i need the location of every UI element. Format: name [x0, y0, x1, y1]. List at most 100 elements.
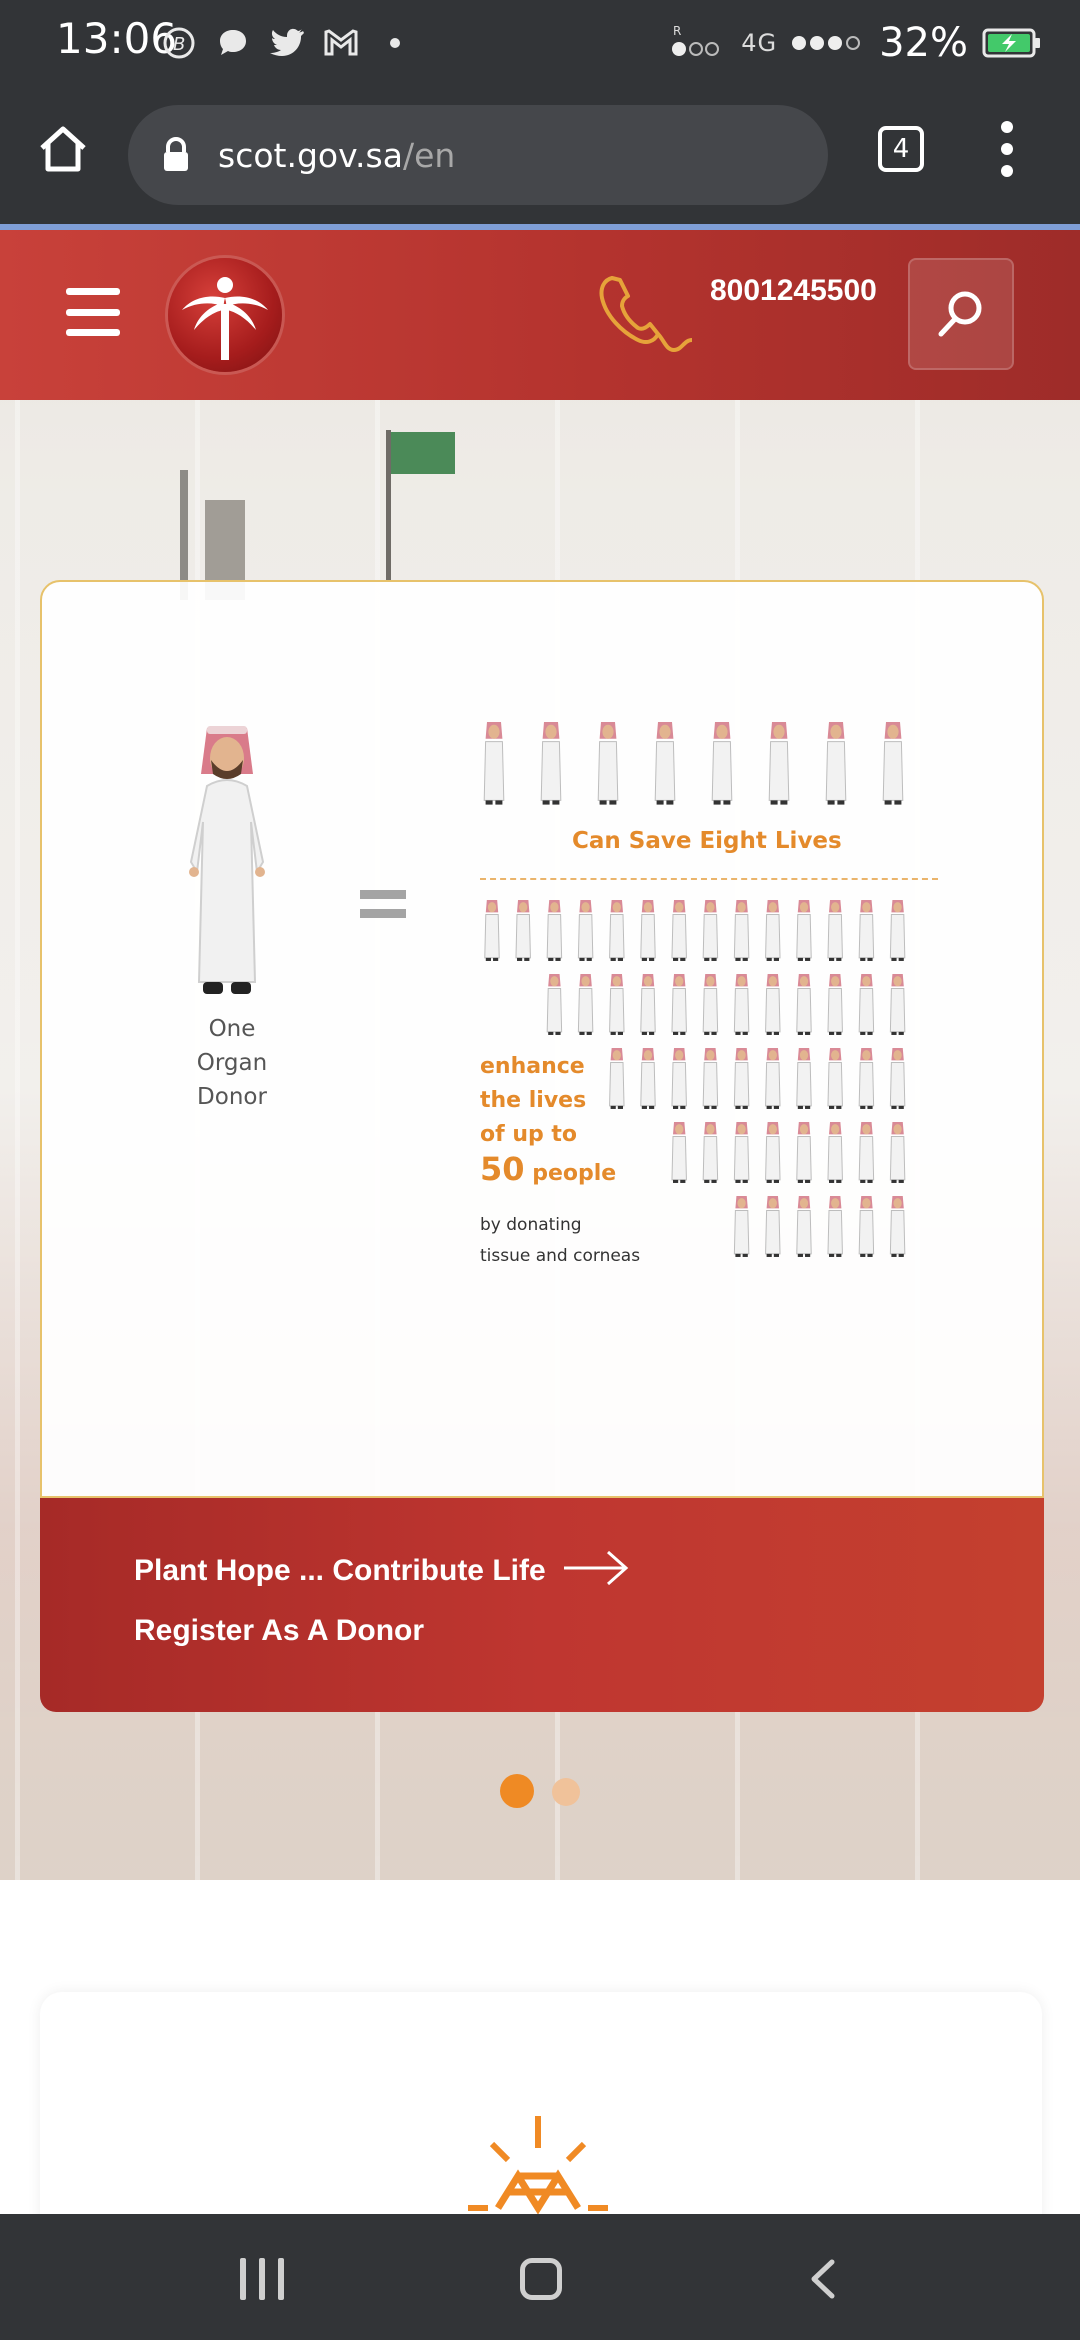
person-figure-icon [484, 900, 500, 961]
bixby-icon: B [160, 24, 198, 62]
equals-sign-icon [360, 890, 406, 918]
status-right: R 4G 32% [671, 16, 1042, 70]
hotline-link[interactable]: 8001245500 [594, 270, 877, 370]
person-figure-icon [577, 900, 594, 961]
person-figure-icon [765, 1196, 781, 1257]
person-figure-icon [577, 974, 594, 1035]
search-button[interactable] [908, 258, 1014, 370]
fifty-number: 50 [480, 1150, 525, 1188]
person-figure-icon [609, 974, 625, 1035]
person-figure-icon [858, 1048, 875, 1109]
notification-icons: B [160, 18, 414, 68]
person-figure-icon [671, 1048, 687, 1109]
person-figure-icon [827, 1048, 843, 1109]
more-notifications-dot-icon [376, 24, 414, 62]
person-figure-icon [889, 1196, 906, 1257]
hero-slider: One Organ Donor Can Save Eight Lives enh… [0, 400, 1080, 1880]
battery-charging-icon [982, 28, 1040, 58]
person-figure-icon [640, 974, 656, 1035]
person-figure-icon [858, 974, 875, 1035]
register-donor-link[interactable]: Register As A Donor [134, 1614, 424, 1648]
person-figure-icon [827, 974, 843, 1035]
arrow-right-icon[interactable] [562, 1548, 632, 1588]
person-figure-icon [671, 900, 687, 961]
plant-hope-text: Plant Hope ... Contribute Life [134, 1554, 546, 1587]
svg-text:B: B [173, 34, 185, 55]
person-figure-icon [858, 1122, 875, 1183]
person-figure-icon [796, 1196, 812, 1257]
person-figure-icon [640, 900, 656, 961]
menu-dot-icon [1001, 121, 1013, 133]
home-icon [40, 126, 86, 172]
menu-dot-icon [1001, 143, 1013, 155]
site-header: 8001245500 [0, 230, 1080, 400]
url-host: scot.gov.sa [218, 135, 403, 175]
flag-image [391, 432, 455, 474]
person-figure-icon [858, 1196, 875, 1257]
address-bar[interactable]: scot.gov.sa/en [128, 105, 828, 205]
person-figure-icon [733, 1196, 750, 1257]
person-figure-icon [546, 900, 563, 961]
tissue-corneas-text: by donating tissue and corneas [480, 1210, 670, 1272]
site-logo[interactable] [168, 258, 282, 372]
fifty-people-line: 50 people [480, 1152, 650, 1191]
person-figure-icon [702, 1048, 719, 1109]
person-figure-icon [597, 722, 619, 805]
person-figure-icon [796, 974, 812, 1035]
donor-label-line: One [208, 1016, 256, 1042]
phone-icon [599, 276, 693, 353]
enhance-lives-text: enhance the lives of up to 50 people [480, 1050, 650, 1191]
person-figure-icon [765, 1122, 781, 1183]
browser-home-button[interactable] [30, 116, 96, 182]
browser-toolbar: scot.gov.sa/en 4 [0, 86, 1080, 224]
recent-apps-button[interactable] [240, 2258, 284, 2300]
tab-switcher-button[interactable]: 4 [878, 126, 924, 172]
browser-menu-button[interactable] [990, 116, 1024, 182]
hamburger-line-icon [66, 329, 120, 336]
person-figure-icon [889, 1122, 906, 1183]
register-donor-banner[interactable]: Plant Hope ... Contribute Life Register … [40, 1498, 1044, 1712]
person-figure-icon [882, 722, 904, 805]
person-figure-icon [765, 1048, 781, 1109]
lock-icon [164, 137, 188, 171]
tissue-line: tissue and corneas [480, 1246, 641, 1266]
hamburger-menu-button[interactable] [66, 288, 120, 336]
gmail-icon [322, 24, 360, 62]
dashed-divider [480, 878, 938, 880]
url-text: scot.gov.sa/en [218, 136, 455, 175]
sunrise-icon [468, 2116, 608, 2214]
carousel-dot-active[interactable] [500, 1774, 534, 1808]
search-icon [938, 291, 982, 337]
person-figure-icon [825, 722, 847, 805]
enhance-line: of up to [480, 1122, 578, 1147]
palm-logo-icon [182, 277, 268, 360]
person-figure-icon [827, 1122, 843, 1183]
person-figure-icon [889, 900, 906, 961]
person-figure-icon [733, 1122, 750, 1183]
network-type: 4G [741, 29, 778, 57]
person-figure-icon [889, 974, 906, 1035]
tissue-line: by donating [480, 1215, 582, 1235]
donor-label-line: Organ [196, 1050, 268, 1076]
system-navigation-bar [0, 2214, 1080, 2340]
person-figure-icon [796, 1122, 812, 1183]
back-button[interactable] [808, 2258, 838, 2300]
hamburger-line-icon [66, 288, 120, 295]
recent-bar-icon [259, 2258, 265, 2300]
chat-icon [214, 24, 252, 62]
carousel-dot[interactable] [552, 1778, 580, 1806]
donor-label-line: Donor [197, 1084, 267, 1110]
person-figure-icon [796, 1048, 812, 1109]
status-bar: 13:06 B R 4G 32% [0, 0, 1080, 86]
person-figure-icon [702, 974, 719, 1035]
menu-dot-icon [1001, 165, 1013, 177]
person-figure-icon [609, 900, 625, 961]
enhance-line: enhance [480, 1054, 585, 1079]
battery-percent: 32% [879, 20, 968, 66]
person-figure-icon [733, 1048, 750, 1109]
recent-bar-icon [240, 2258, 246, 2300]
home-button[interactable] [520, 2258, 562, 2300]
person-figure-icon [702, 1122, 719, 1183]
person-figure-icon [796, 900, 812, 961]
person-figure-icon [654, 722, 676, 805]
